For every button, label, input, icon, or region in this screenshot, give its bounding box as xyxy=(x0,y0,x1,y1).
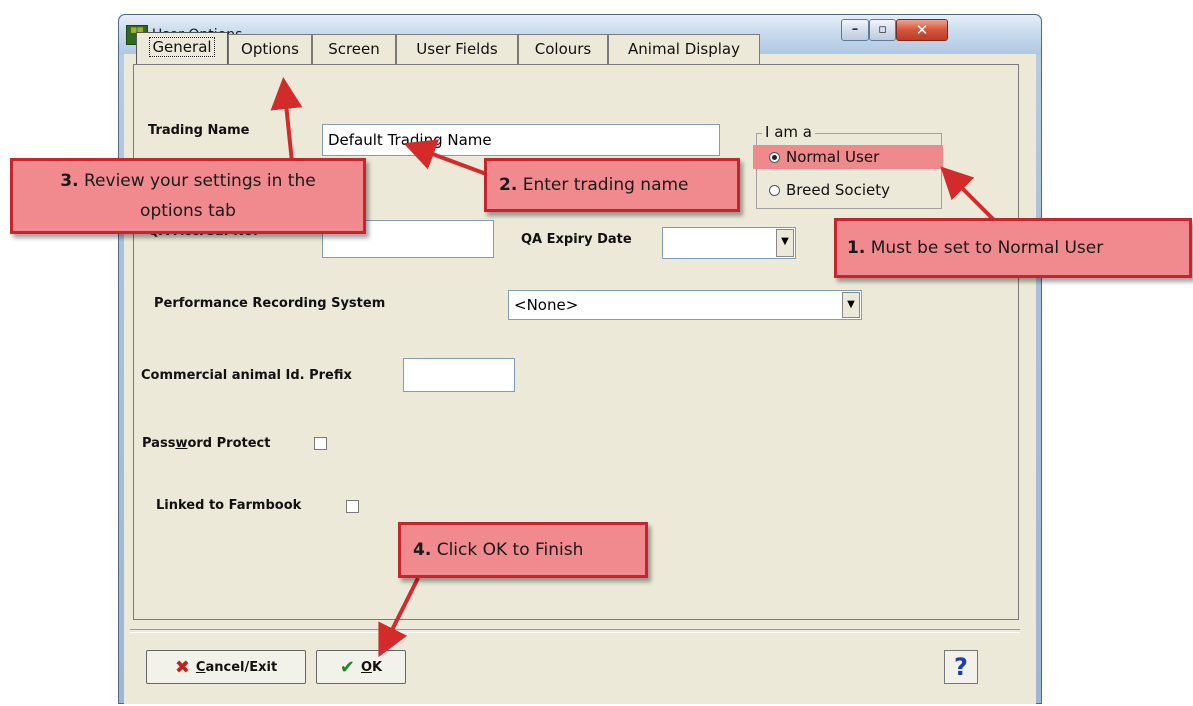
callout-arrows xyxy=(270,77,1002,658)
callout-normal-user: 1. Must be set to Normal User xyxy=(834,218,1192,278)
arrow-to-ok-button xyxy=(378,577,420,658)
arrow-to-options-tab xyxy=(270,77,303,163)
callout-enter-trading-name: 2. Enter trading name xyxy=(484,158,740,212)
callout-review-settings: 3. Review your settings in the options t… xyxy=(10,158,366,234)
callout-click-ok: 4. Click OK to Finish xyxy=(398,522,648,578)
